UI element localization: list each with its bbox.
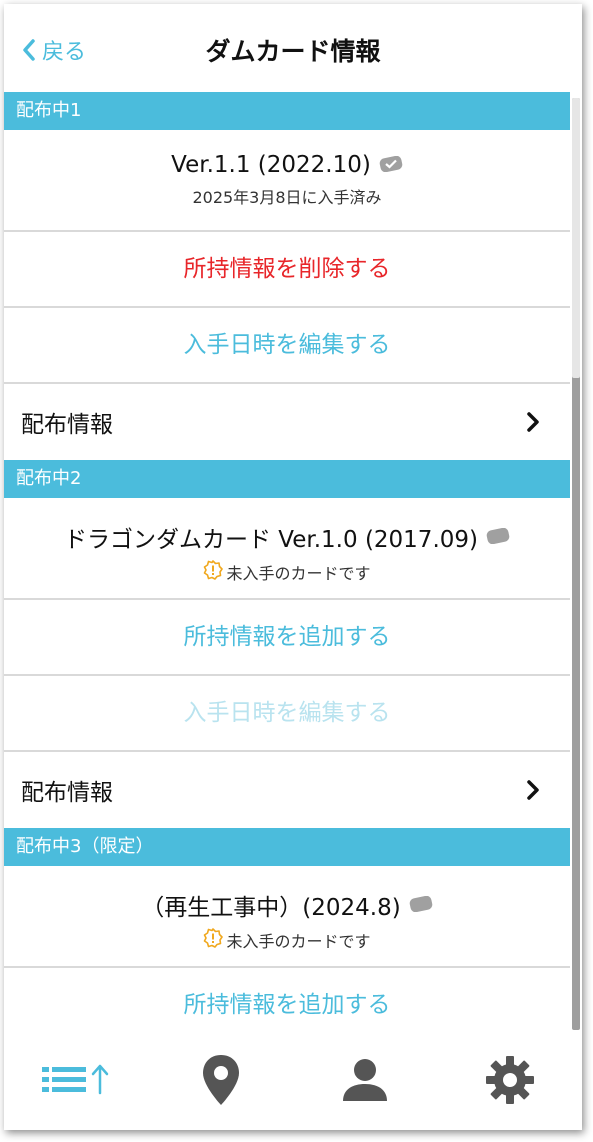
edit-date-button-disabled: 入手日時を編集する	[4, 676, 570, 752]
card-title: ドラゴンダムカード Ver.1.0 (2017.09)	[63, 527, 478, 553]
card-tag-icon	[486, 524, 510, 550]
distribution-info-label: 配布情報	[21, 412, 113, 438]
scrollbar-thumb[interactable]	[572, 98, 580, 378]
card-info-cell: ドラゴンダムカード Ver.1.0 (2017.09) 未入手のカードです	[4, 498, 570, 600]
owned-card-tag-icon	[379, 152, 403, 178]
tab-map[interactable]	[149, 1030, 294, 1130]
card-status: 未入手のカードです	[226, 564, 371, 583]
distribution-info-row[interactable]: 配布情報	[4, 752, 570, 828]
list-sort-icon	[42, 1064, 109, 1095]
page-title: ダムカード情報	[205, 37, 381, 66]
tab-settings[interactable]	[438, 1030, 583, 1130]
gear-icon	[485, 1056, 534, 1104]
chevron-right-icon	[527, 412, 539, 432]
card-status: 未入手のカードです	[226, 932, 371, 951]
distribution-info-row[interactable]: 配布情報	[4, 384, 570, 460]
card-title: （再生工事中）(2024.8)	[141, 895, 401, 921]
section-header: 配布中3（限定）	[4, 828, 570, 866]
card-info-cell: Ver.1.1 (2022.10) 2025年3月8日に入手済み	[4, 130, 570, 232]
card-status: 2025年3月8日に入手済み	[192, 188, 382, 207]
user-icon	[343, 1059, 388, 1101]
delete-ownership-button[interactable]: 所持情報を削除する	[4, 232, 570, 308]
map-pin-icon	[202, 1055, 239, 1105]
add-ownership-button[interactable]: 所持情報を追加する	[4, 600, 570, 676]
section-header: 配布中1	[4, 92, 570, 130]
chevron-right-icon	[527, 780, 539, 800]
warning-icon	[203, 560, 224, 584]
distribution-info-label: 配布情報	[21, 780, 113, 806]
top-bar: 戻る ダムカード情報	[4, 4, 582, 92]
warning-icon	[203, 928, 224, 952]
edit-date-button[interactable]: 入手日時を編集する	[4, 308, 570, 384]
tab-profile[interactable]	[293, 1030, 438, 1130]
tab-bar	[4, 1030, 582, 1130]
card-tag-icon	[409, 892, 433, 918]
app-window: 戻る ダムカード情報 配布中1 Ver.1.1 (2022.10) 2025年3…	[4, 4, 582, 1130]
tab-card-list[interactable]	[4, 1030, 149, 1130]
add-ownership-button[interactable]: 所持情報を追加する	[4, 968, 570, 1030]
section-header: 配布中2	[4, 460, 570, 498]
card-title: Ver.1.1 (2022.10)	[171, 152, 371, 178]
card-list[interactable]: 配布中1 Ver.1.1 (2022.10) 2025年3月8日に入手済み 所持…	[4, 92, 570, 1030]
card-info-cell: （再生工事中）(2024.8) 未入手のカードです	[4, 866, 570, 968]
